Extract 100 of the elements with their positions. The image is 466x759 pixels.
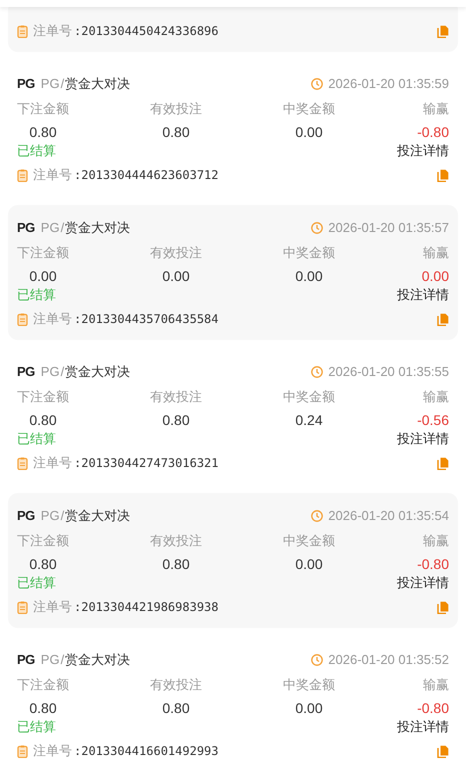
- bet-details-link[interactable]: 投注详情: [397, 717, 449, 737]
- order-number: :2013304435706435584: [74, 311, 218, 328]
- order-number: :2013304421986983938: [74, 599, 218, 616]
- status-text: 已结算: [17, 142, 56, 160]
- column-label: 下注金额: [17, 100, 69, 118]
- amount-value: 0.80: [29, 699, 57, 718]
- order-number: :2013304450424336896: [74, 23, 218, 40]
- order-label: 注单号: [33, 22, 72, 40]
- amount-value: 0.00: [295, 123, 323, 142]
- column-label: 中奖金额: [283, 244, 335, 262]
- order-label: 注单号: [33, 310, 72, 328]
- amount-value: 0.80: [29, 411, 57, 430]
- clipboard-icon: [17, 312, 28, 326]
- amount-value: 0.80: [162, 411, 190, 430]
- game-name: 赏金大对决: [65, 219, 130, 238]
- clock-icon: [311, 78, 324, 90]
- separator-text: /: [60, 363, 64, 382]
- amount-value: 0.80: [29, 555, 57, 574]
- bet-time: 2026-01-20 01:35:59: [328, 75, 449, 94]
- amount-value: 0.00: [29, 267, 57, 286]
- provider-logo: PG: [17, 363, 35, 382]
- game-name: 赏金大对决: [65, 507, 130, 526]
- amount-value: 0.80: [162, 123, 190, 142]
- copy-icon[interactable]: [437, 600, 449, 614]
- order-number: :2013304416601492993: [74, 743, 218, 759]
- game-name: 赏金大对决: [65, 75, 130, 94]
- copy-icon[interactable]: [437, 312, 449, 326]
- column-label: 有效投注: [150, 100, 202, 118]
- order-label: 注单号: [33, 166, 72, 184]
- provider-name: PG: [40, 363, 60, 382]
- status-text: 已结算: [17, 430, 56, 448]
- amount-value: 0.00: [295, 267, 323, 286]
- amount-value: 0.00: [162, 267, 190, 286]
- clock-icon: [311, 510, 324, 522]
- provider-name: PG: [40, 507, 60, 526]
- clock-icon: [311, 366, 324, 378]
- status-text: 已结算: [17, 574, 56, 592]
- amount-value: 0.80: [162, 555, 190, 574]
- copy-icon[interactable]: [437, 744, 449, 758]
- column-label: 下注金额: [17, 388, 69, 406]
- provider-name: PG: [40, 219, 60, 238]
- status-text: 已结算: [17, 718, 56, 736]
- clipboard-icon: [17, 24, 28, 38]
- column-label: 输赢: [423, 532, 449, 550]
- win-loss-value: -0.80: [417, 555, 449, 574]
- order-label: 注单号: [33, 598, 72, 616]
- game-name: 赏金大对决: [65, 651, 130, 670]
- clipboard-icon: [17, 168, 28, 182]
- clipboard-icon: [17, 744, 28, 758]
- amount-value: 0.00: [295, 699, 323, 718]
- order-number: :2013304444623603712: [74, 167, 218, 184]
- win-loss-value: -0.80: [417, 123, 449, 142]
- provider-logo: PG: [17, 651, 35, 670]
- column-label: 中奖金额: [283, 100, 335, 118]
- clock-icon: [311, 654, 324, 666]
- win-loss-value: 0.00: [422, 267, 449, 286]
- game-name: 赏金大对决: [65, 363, 130, 382]
- win-loss-value: -0.56: [417, 411, 449, 430]
- amount-value: 0.00: [295, 555, 323, 574]
- column-label: 有效投注: [150, 676, 202, 694]
- bet-time: 2026-01-20 01:35:54: [328, 507, 449, 526]
- amount-value: 0.80: [162, 699, 190, 718]
- column-label: 中奖金额: [283, 388, 335, 406]
- column-label: 有效投注: [150, 532, 202, 550]
- copy-icon[interactable]: [437, 24, 449, 38]
- bet-details-link[interactable]: 投注详情: [397, 285, 449, 305]
- bet-details-link[interactable]: 投注详情: [397, 141, 449, 161]
- clock-icon: [311, 222, 324, 234]
- column-label: 输赢: [423, 676, 449, 694]
- column-label: 中奖金额: [283, 676, 335, 694]
- column-label: 下注金额: [17, 244, 69, 262]
- column-label: 输赢: [423, 388, 449, 406]
- win-loss-value: -0.80: [417, 699, 449, 718]
- column-label: 输赢: [423, 100, 449, 118]
- clipboard-icon: [17, 600, 28, 614]
- column-label: 中奖金额: [283, 532, 335, 550]
- amount-value: 0.80: [29, 123, 57, 142]
- order-number: :2013304427473016321: [74, 455, 218, 472]
- clipboard-icon: [17, 456, 28, 470]
- provider-logo: PG: [17, 219, 35, 238]
- order-label: 注单号: [33, 742, 72, 759]
- provider-logo: PG: [17, 75, 35, 94]
- bet-time: 2026-01-20 01:35:55: [328, 363, 449, 382]
- column-label: 下注金额: [17, 676, 69, 694]
- bet-time: 2026-01-20 01:35:52: [328, 651, 449, 670]
- column-label: 下注金额: [17, 532, 69, 550]
- column-label: 有效投注: [150, 244, 202, 262]
- bet-time: 2026-01-20 01:35:57: [328, 219, 449, 238]
- bet-details-link[interactable]: 投注详情: [397, 573, 449, 593]
- copy-icon[interactable]: [437, 456, 449, 470]
- bet-details-link[interactable]: 投注详情: [397, 429, 449, 449]
- provider-name: PG: [40, 75, 60, 94]
- column-label: 输赢: [423, 244, 449, 262]
- provider-name: PG: [40, 651, 60, 670]
- separator-text: /: [60, 75, 64, 94]
- amount-value: 0.24: [295, 411, 323, 430]
- copy-icon[interactable]: [437, 168, 449, 182]
- provider-logo: PG: [17, 507, 35, 526]
- column-label: 有效投注: [150, 388, 202, 406]
- separator-text: /: [60, 507, 64, 526]
